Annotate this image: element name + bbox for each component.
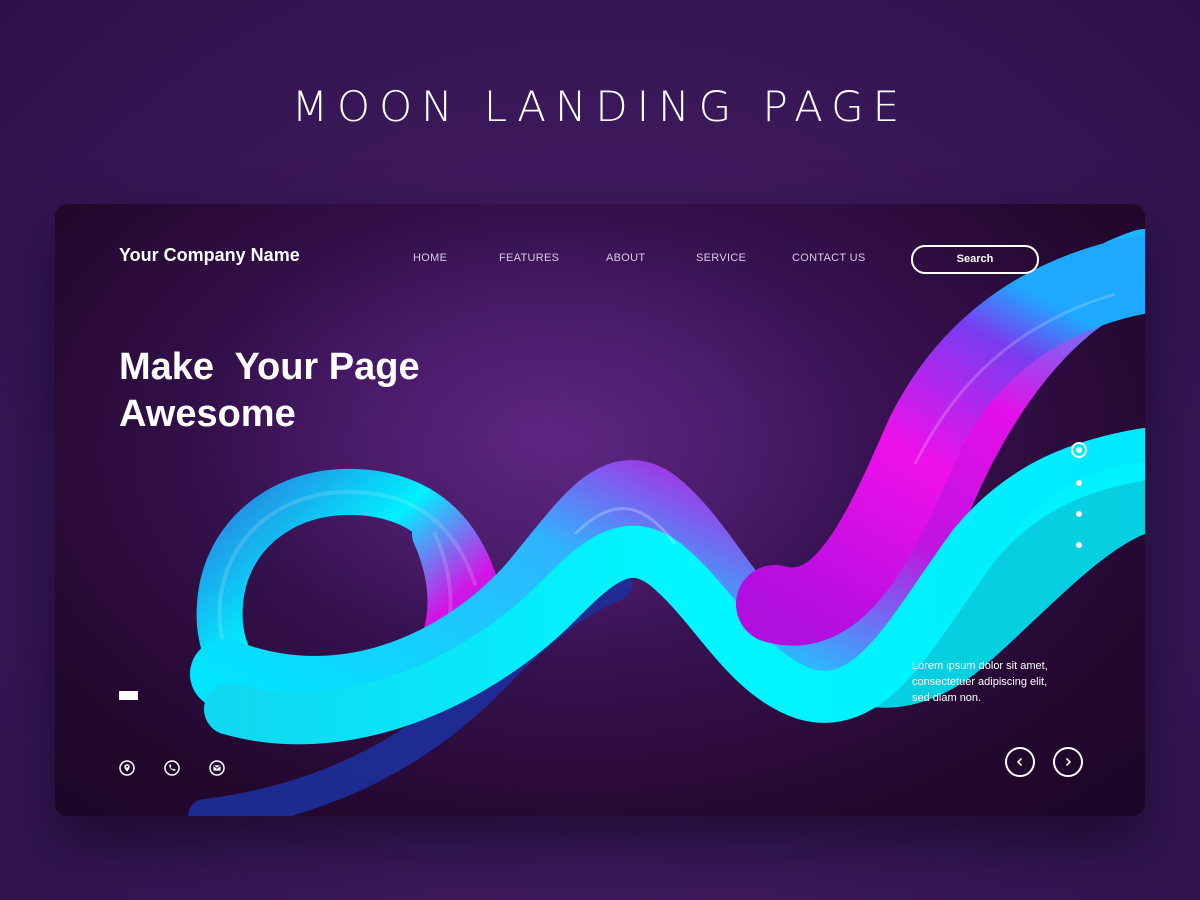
nav-home[interactable]: HOME: [413, 252, 447, 264]
hero-title: Make Your Page Awesome: [119, 344, 420, 438]
hero-description: Lorem ipsum dolor sit amet, consectetuer…: [912, 658, 1082, 706]
company-name[interactable]: Your Company Name: [119, 245, 300, 266]
nav-contact-us[interactable]: CONTACT US: [792, 252, 866, 264]
hero-title-line-1: Make Your Page: [119, 346, 420, 388]
prev-button[interactable]: [1005, 747, 1035, 777]
fluid-ribbon-illustration: [188, 214, 1145, 816]
page-heading: MOON LANDING PAGE: [291, 82, 909, 131]
location-pin-icon[interactable]: [119, 760, 135, 776]
slider-dot[interactable]: [1076, 480, 1082, 486]
description-line: Lorem ipsum dolor sit amet,: [912, 660, 1048, 672]
nav-features[interactable]: FEATURES: [499, 252, 559, 264]
description-line: sed diam non.: [912, 692, 982, 704]
next-button[interactable]: [1053, 747, 1083, 777]
slider-dot[interactable]: [1076, 542, 1082, 548]
nav-about[interactable]: ABOUT: [606, 252, 645, 264]
slider-dot[interactable]: [1076, 511, 1082, 517]
description-line: consectetuer adipiscing elit,: [912, 676, 1048, 688]
chevron-left-icon: [1017, 758, 1022, 766]
chevron-right-icon: [1066, 758, 1071, 766]
mail-icon[interactable]: [209, 760, 225, 776]
phone-icon[interactable]: [164, 760, 180, 776]
landing-card: Your Company Name HOME FEATURES ABOUT SE…: [55, 204, 1145, 816]
search-button[interactable]: Search: [911, 245, 1039, 274]
hero-title-line-2: Awesome: [119, 393, 296, 435]
slide-indicator: [119, 691, 138, 700]
nav-service[interactable]: SERVICE: [696, 252, 746, 264]
slider-dot-active[interactable]: [1071, 442, 1087, 458]
